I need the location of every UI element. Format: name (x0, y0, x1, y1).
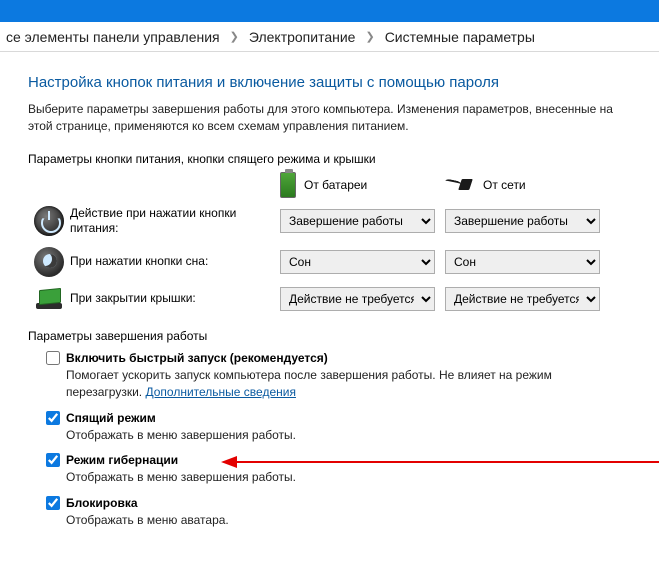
power-battery-select[interactable]: Завершение работы (280, 209, 435, 233)
fast-startup-checkbox[interactable] (46, 351, 60, 365)
chevron-right-icon: ❯ (365, 30, 374, 43)
sleep-ac-select[interactable]: Сон (445, 250, 600, 274)
lid-icon (34, 287, 64, 311)
lock-desc: Отображать в меню аватара. (46, 512, 631, 529)
fast-startup-label: Включить быстрый запуск (рекомендуется) (66, 351, 328, 365)
power-ac-select[interactable]: Завершение работы (445, 209, 600, 233)
sleep-mode-desc: Отображать в меню завершения работы. (46, 427, 631, 444)
breadcrumb-item[interactable]: се элементы панели управления (6, 29, 220, 45)
column-battery-label: От батареи (304, 178, 367, 192)
shutdown-section-label: Параметры завершения работы (28, 329, 631, 343)
list-item: Включить быстрый запуск (рекомендуется) … (46, 351, 631, 401)
page-description: Выберите параметры завершения работы для… (28, 101, 631, 136)
list-item: Спящий режим Отображать в меню завершени… (46, 411, 631, 444)
sleep-mode-checkbox[interactable] (46, 411, 60, 425)
column-ac-label: От сети (483, 178, 526, 192)
lock-label: Блокировка (66, 496, 138, 510)
breadcrumb-item[interactable]: Системные параметры (385, 29, 535, 45)
breadcrumb-item[interactable]: Электропитание (249, 29, 356, 45)
fast-startup-desc: Помогает ускорить запуск компьютера посл… (46, 367, 631, 401)
lid-battery-select[interactable]: Действие не требуется (280, 287, 435, 311)
sleep-mode-label: Спящий режим (66, 411, 156, 425)
sleep-battery-select[interactable]: Сон (280, 250, 435, 274)
power-settings-table: От батареи От сети Действие при нажатии … (28, 172, 631, 311)
lid-ac-select[interactable]: Действие не требуется (445, 287, 600, 311)
row-label-lid: При закрытии крышки: (70, 291, 280, 307)
hibernate-desc: Отображать в меню завершения работы. (46, 469, 631, 486)
hibernate-label: Режим гибернации (66, 453, 178, 467)
table-row: При нажатии кнопки сна: Сон Сон (28, 247, 631, 277)
power-button-icon (34, 206, 64, 236)
list-item: Блокировка Отображать в меню аватара. (46, 496, 631, 529)
row-label-power: Действие при нажатии кнопки питания: (70, 206, 280, 237)
breadcrumb: се элементы панели управления ❯ Электроп… (0, 22, 659, 52)
table-row: Действие при нажатии кнопки питания: Зав… (28, 206, 631, 237)
ac-plug-icon (445, 176, 475, 194)
page-title: Настройка кнопок питания и включение защ… (28, 74, 631, 91)
window-titlebar (0, 0, 659, 22)
chevron-right-icon: ❯ (230, 30, 239, 43)
sleep-button-icon (34, 247, 64, 277)
hibernate-checkbox[interactable] (46, 453, 60, 467)
hardware-section-label: Параметры кнопки питания, кнопки спящего… (28, 152, 631, 166)
list-item: Режим гибернации Отображать в меню завер… (46, 453, 631, 486)
battery-icon (280, 172, 296, 198)
table-row: При закрытии крышки: Действие не требует… (28, 287, 631, 311)
row-label-sleep: При нажатии кнопки сна: (70, 254, 280, 270)
lock-checkbox[interactable] (46, 496, 60, 510)
more-info-link[interactable]: Дополнительные сведения (145, 385, 295, 399)
